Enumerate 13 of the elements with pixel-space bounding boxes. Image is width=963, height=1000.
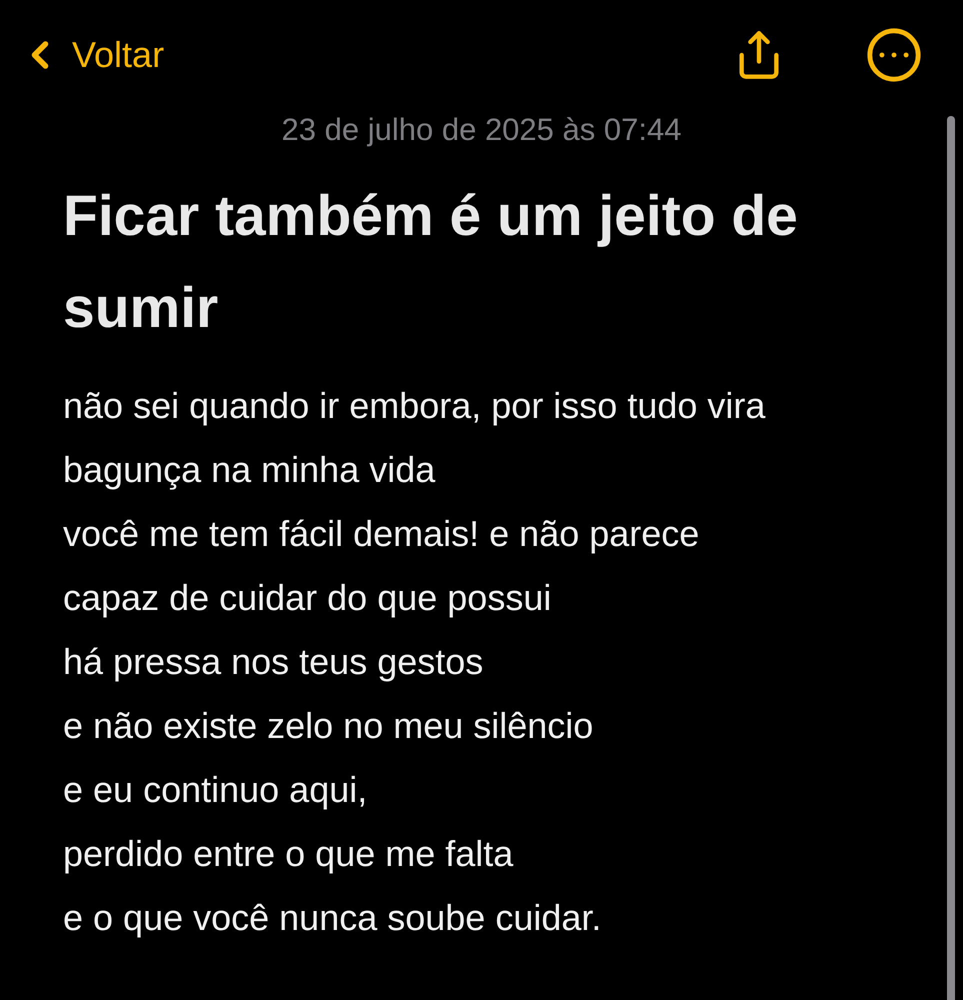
note-date: 23 de julho de 2025 às 07:44 [280,111,682,149]
more-button[interactable] [865,26,923,84]
note-line: perdido entre o que me falta [63,832,514,876]
note-line: e eu continuo aqui, [63,768,368,812]
note-line: bagunça na minha vida [63,448,436,492]
note-title: Ficar também é um jeito de sumir [63,183,799,342]
back-button[interactable]: Voltar [18,28,164,82]
note-line: capaz de cuidar do que possui [63,576,552,620]
note-line: não sei quando ir embora, por isso tudo vira [63,384,766,428]
note-line: há pressa nos teus gestos [63,640,484,684]
note-line: você me tem fácil demais! e não parece [63,512,700,556]
note-line: e não existe zelo no meu silêncio [63,704,594,748]
note-line: e o que você nunca soube cuidar. [63,896,602,940]
